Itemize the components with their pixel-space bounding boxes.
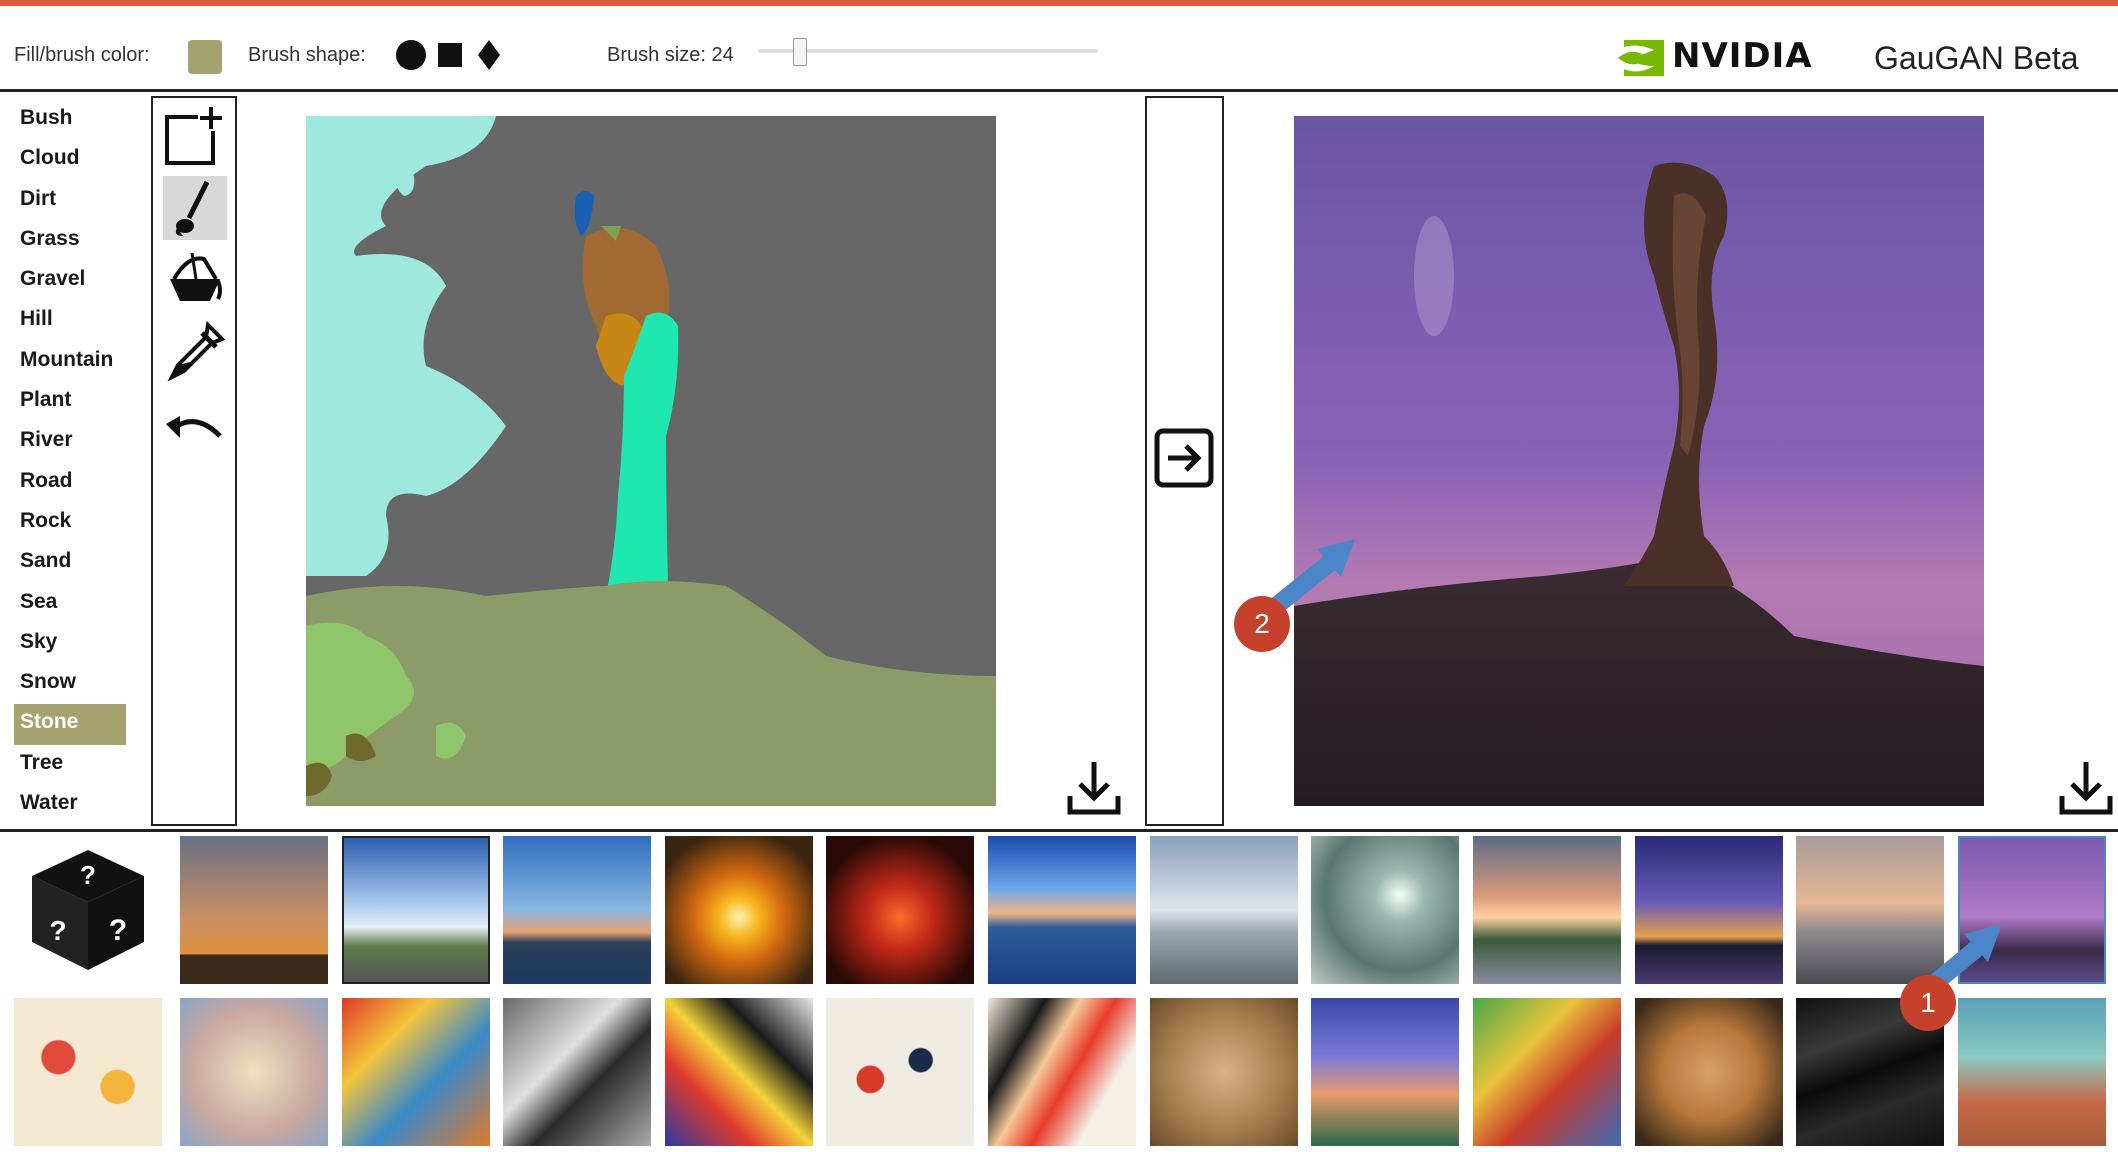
download-generated-icon[interactable] — [2058, 760, 2114, 816]
style-thumbnail[interactable] — [1958, 998, 2106, 1146]
generated-image — [1294, 116, 1984, 806]
label-gravel[interactable]: Gravel — [14, 261, 126, 301]
style-thumbnail[interactable] — [1473, 998, 1621, 1146]
brush-size-slider[interactable] — [758, 49, 1098, 53]
style-thumbnail[interactable] — [1311, 836, 1459, 984]
brush-shape-label: Brush shape: — [248, 44, 366, 66]
label-cloud[interactable]: Cloud — [14, 140, 126, 180]
style-thumbnail[interactable] — [1635, 998, 1783, 1146]
brush-size-label: Brush size: 24 — [607, 44, 734, 66]
style-thumbnail[interactable] — [342, 836, 490, 984]
style-thumbnail[interactable] — [1473, 836, 1621, 984]
fill-color-swatch[interactable] — [188, 40, 222, 74]
label-hill[interactable]: Hill — [14, 301, 126, 341]
style-thumbnail[interactable] — [665, 836, 813, 984]
gallery-divider — [0, 829, 2118, 832]
annotation-badge-2: 2 — [1234, 596, 1290, 652]
style-thumbnail[interactable] — [665, 998, 813, 1146]
eyedropper-icon[interactable] — [163, 320, 227, 384]
svg-text:?: ? — [109, 914, 127, 947]
label-sea[interactable]: Sea — [14, 584, 126, 624]
annotation-badge-1: 1 — [1900, 975, 1956, 1031]
style-thumbnail[interactable] — [826, 836, 974, 984]
brush-icon[interactable] — [163, 176, 227, 240]
label-tree[interactable]: Tree — [14, 745, 126, 785]
style-thumbnail[interactable] — [1150, 836, 1298, 984]
style-thumbnail[interactable] — [342, 998, 490, 1146]
label-river[interactable]: River — [14, 422, 126, 462]
style-thumbnail[interactable] — [1635, 836, 1783, 984]
style-thumbnail[interactable] — [1311, 998, 1459, 1146]
art-gallery — [14, 998, 2118, 1148]
label-sand[interactable]: Sand — [14, 543, 126, 583]
label-grass[interactable]: Grass — [14, 221, 126, 261]
label-dirt[interactable]: Dirt — [14, 181, 126, 221]
style-thumbnail[interactable] — [826, 998, 974, 1146]
segmentation-canvas[interactable] — [306, 116, 996, 806]
svg-text:?: ? — [49, 915, 66, 946]
label-rock[interactable]: Rock — [14, 503, 126, 543]
style-thumbnail[interactable] — [1150, 998, 1298, 1146]
random-style-icon[interactable]: ??? — [14, 836, 162, 984]
nvidia-logo: NVIDIA — [1606, 36, 1812, 80]
diamond-brush-icon[interactable] — [476, 40, 502, 70]
circle-brush-icon[interactable] — [396, 40, 426, 70]
brush-size-slider-thumb[interactable] — [793, 38, 807, 66]
undo-icon[interactable] — [163, 398, 227, 462]
label-bush[interactable]: Bush — [14, 100, 126, 140]
label-palette: Bush Cloud Dirt Grass Gravel Hill Mountain Plan… — [14, 100, 126, 825]
toolbar: Fill/brush color: Brush shape: Brush siz… — [0, 6, 2118, 92]
style-thumbnail[interactable] — [988, 836, 1136, 984]
style-thumbnail[interactable] — [503, 836, 651, 984]
label-road[interactable]: Road — [14, 463, 126, 503]
label-water[interactable]: Water — [14, 785, 126, 825]
nvidia-eye-icon — [1608, 40, 1664, 76]
svg-text:?: ? — [80, 860, 96, 890]
label-plant[interactable]: Plant — [14, 382, 126, 422]
new-canvas-icon[interactable] — [163, 104, 227, 168]
style-thumbnail[interactable] — [503, 998, 651, 1146]
label-sky[interactable]: Sky — [14, 624, 126, 664]
label-stone[interactable]: Stone — [14, 704, 126, 745]
style-thumbnail[interactable] — [180, 836, 328, 984]
download-segmentation-icon[interactable] — [1066, 760, 1122, 816]
fill-color-label: Fill/brush color: — [14, 44, 150, 66]
nvidia-wordmark: NVIDIA — [1672, 36, 1813, 76]
square-brush-icon[interactable] — [438, 43, 462, 67]
generate-button[interactable] — [1154, 428, 1214, 488]
fill-bucket-icon[interactable] — [163, 248, 227, 312]
style-thumbnail[interactable] — [988, 998, 1136, 1146]
label-snow[interactable]: Snow — [14, 664, 126, 704]
app-title: GauGAN Beta — [1874, 40, 2079, 76]
style-thumbnail[interactable] — [14, 998, 162, 1146]
style-thumbnail[interactable] — [180, 998, 328, 1146]
landscape-gallery: ??? — [14, 836, 2118, 986]
generate-panel — [1145, 96, 1224, 826]
label-mountain[interactable]: Mountain — [14, 342, 126, 382]
tool-panel — [151, 96, 237, 826]
